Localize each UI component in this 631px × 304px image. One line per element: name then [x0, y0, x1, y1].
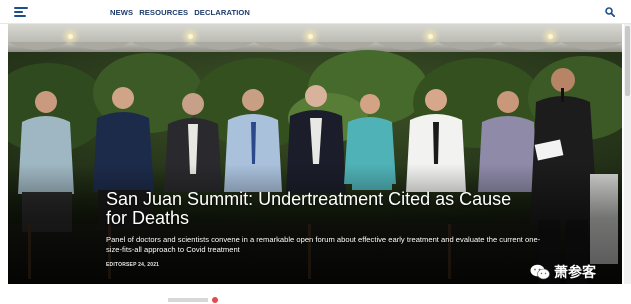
hamburger-menu-icon[interactable] — [14, 7, 28, 17]
article-byline: EDITORSEP 24, 2021 — [106, 262, 160, 268]
wechat-icon — [530, 264, 550, 280]
search-icon[interactable] — [605, 7, 615, 17]
main-nav: NEWS RESOURCES DECLARATION — [110, 8, 250, 17]
article-subtitle: Panel of doctors and scientists convene … — [106, 235, 541, 254]
page-scrollbar[interactable] — [624, 24, 631, 294]
nav-link-resources[interactable]: RESOURCES — [139, 8, 188, 17]
article-headline[interactable]: San Juan Summit: Undertreatment Cited as… — [106, 190, 536, 228]
scrollbar-thumb[interactable] — [625, 26, 630, 96]
top-navigation-bar: NEWS RESOURCES DECLARATION — [0, 0, 631, 24]
nav-link-news[interactable]: NEWS — [110, 8, 133, 17]
below-fold-dot — [212, 297, 218, 303]
below-fold-area — [0, 284, 631, 304]
wechat-watermark: 萧参客 — [530, 262, 596, 282]
below-fold-preview — [168, 298, 208, 302]
watermark-text: 萧参客 — [554, 265, 596, 281]
nav-link-declaration[interactable]: DECLARATION — [194, 8, 250, 17]
hero-featured-article[interactable]: San Juan Summit: Undertreatment Cited as… — [8, 24, 622, 284]
